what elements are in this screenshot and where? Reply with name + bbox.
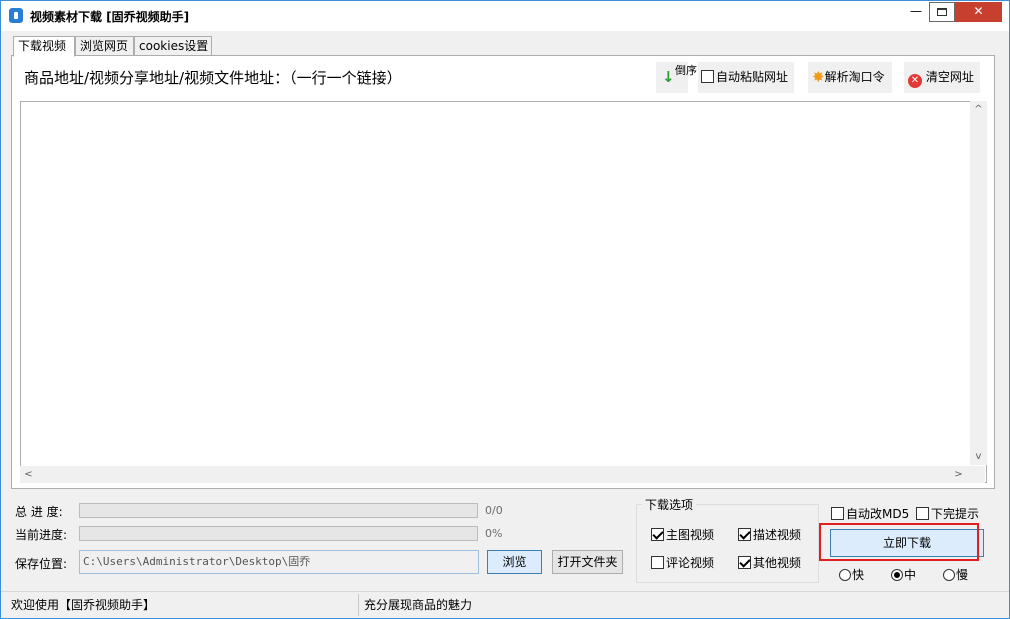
speed-medium-label: 中 <box>904 568 917 582</box>
speed-slow-label: 慢 <box>956 568 969 582</box>
app-logo-icon <box>9 8 23 23</box>
speed-medium-radio[interactable]: 中 <box>891 566 916 583</box>
total-progress-bar <box>79 503 478 518</box>
main-video-checkbox[interactable]: 主图视频 <box>651 526 714 543</box>
reverse-order-label: 倒序 <box>675 64 697 77</box>
desc-video-label: 描述视频 <box>753 528 802 542</box>
parse-taobao-code-button[interactable]: ✸解析淘口令 <box>808 62 892 93</box>
auto-md5-check-box[interactable] <box>831 507 844 520</box>
other-video-check-box[interactable] <box>738 556 751 569</box>
speed-slow-radio-dot[interactable] <box>943 569 955 581</box>
desc-video-checkbox[interactable]: 描述视频 <box>738 526 801 543</box>
parse-taobao-code-label: 解析淘口令 <box>824 70 885 84</box>
maximize-icon <box>937 8 947 16</box>
tab-cookies-settings[interactable]: cookies设置 <box>134 36 212 56</box>
desc-video-check-box[interactable] <box>738 528 751 541</box>
main-video-check-box[interactable] <box>651 528 664 541</box>
browse-button[interactable]: 浏览 <box>487 550 542 574</box>
sparkle-icon: ✸ <box>812 68 825 86</box>
total-progress-label: 总 进 度: <box>15 505 63 519</box>
auto-md5-label: 自动改MD5 <box>846 507 910 521</box>
reverse-order-button[interactable]: ↓ 倒序 <box>656 62 697 93</box>
speed-fast-radio[interactable]: 快 <box>839 566 864 583</box>
done-tip-label: 下完提示 <box>931 507 980 521</box>
url-textarea[interactable] <box>20 101 987 483</box>
auto-paste-check-box[interactable] <box>701 70 714 83</box>
tab-browse-web[interactable]: 浏览网页 <box>75 36 134 56</box>
auto-paste-checkbox[interactable]: 自动粘贴网址 <box>698 62 794 93</box>
title-bar: 视频素材下载 [固乔视频助手] — ✕ <box>1 1 1009 31</box>
save-location-label: 保存位置: <box>15 557 68 571</box>
maximize-button[interactable] <box>929 2 955 22</box>
clear-urls-label: 清空网址 <box>925 70 974 84</box>
tab-download-video[interactable]: 下载视频 <box>13 36 75 57</box>
speed-fast-label: 快 <box>852 568 865 582</box>
clear-icon: ✕ <box>908 74 922 88</box>
app-window: 视频素材下载 [固乔视频助手] — ✕ 下载视频 浏览网页 cookies设置 … <box>0 0 1010 619</box>
done-tip-check-box[interactable] <box>916 507 929 520</box>
auto-paste-label: 自动粘贴网址 <box>716 70 789 84</box>
status-welcome-text: 欢迎使用【固乔视频助手】 <box>11 598 156 612</box>
comment-video-label: 评论视频 <box>666 556 715 570</box>
download-button-highlight <box>819 523 979 561</box>
comment-video-check-box[interactable] <box>651 556 664 569</box>
total-progress-text: 0/0 <box>485 504 503 517</box>
current-progress-text: 0% <box>485 527 503 540</box>
main-video-label: 主图视频 <box>666 528 715 542</box>
arrow-down-icon: ↓ <box>662 68 675 86</box>
open-folder-button[interactable]: 打开文件夹 <box>552 550 623 574</box>
download-options-title: 下载选项 <box>642 496 697 513</box>
status-bar: 欢迎使用【固乔视频助手】 充分展现商品的魅力 <box>1 591 1009 618</box>
download-options-group: 下载选项 主图视频 描述视频 评论视频 其他视频 <box>636 496 819 583</box>
close-button[interactable]: ✕ <box>955 2 1002 22</box>
download-tab-panel: 商品地址/视频分享地址/视频文件地址：（一行一个链接） ↓ 倒序 自动粘贴网址 … <box>11 55 995 489</box>
other-video-checkbox[interactable]: 其他视频 <box>738 554 801 571</box>
window-title: 视频素材下载 [固乔视频助手] <box>30 10 190 24</box>
speed-slow-radio[interactable]: 慢 <box>943 566 968 583</box>
minimize-button[interactable]: — <box>903 2 929 22</box>
current-progress-bar <box>79 526 478 541</box>
save-path-input[interactable]: C:\Users\Administrator\Desktop\固乔 <box>79 550 479 574</box>
speed-medium-radio-dot[interactable] <box>891 569 903 581</box>
comment-video-checkbox[interactable]: 评论视频 <box>651 554 714 571</box>
url-input-label: 商品地址/视频分享地址/视频文件地址：（一行一个链接） <box>24 69 402 87</box>
auto-md5-checkbox[interactable]: 自动改MD5 <box>831 505 909 522</box>
other-video-label: 其他视频 <box>753 556 802 570</box>
clear-urls-button[interactable]: ✕ 清空网址 <box>904 62 980 93</box>
done-tip-checkbox[interactable]: 下完提示 <box>916 505 979 522</box>
speed-fast-radio-dot[interactable] <box>839 569 851 581</box>
status-divider <box>358 594 359 616</box>
current-progress-label: 当前进度: <box>15 528 68 542</box>
status-tagline-text: 充分展现商品的魅力 <box>364 598 473 612</box>
